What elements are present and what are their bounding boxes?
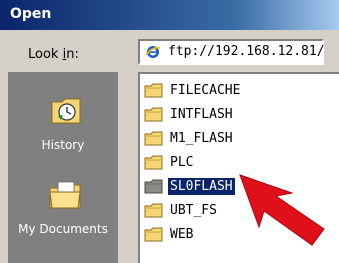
file-list[interactable]: FILECACHE INTFLASH M1_FLASH PLC SL0FLASH… — [138, 72, 339, 263]
folder-icon — [144, 131, 163, 146]
open-dialog: Open Look in: ftp://192.168.12.81/ Histo… — [0, 0, 339, 263]
places-item-history[interactable]: History — [8, 90, 118, 170]
places-bar: History My Documents — [8, 72, 118, 263]
file-name: FILECACHE — [170, 83, 241, 98]
dialog-title: Open — [10, 6, 52, 22]
internet-explorer-icon — [145, 46, 161, 58]
file-name: PLC — [170, 155, 194, 170]
file-name: M1_FLASH — [170, 131, 233, 146]
file-name: INTFLASH — [170, 107, 233, 122]
file-name: UBT_FS — [170, 203, 217, 218]
places-item-my-documents[interactable]: My Documents — [8, 172, 118, 252]
folder-icon — [144, 179, 163, 194]
folder-icon — [144, 227, 163, 242]
my-documents-icon — [49, 181, 81, 209]
file-name: SL0FLASH — [167, 177, 236, 196]
look-in-label-suffix: n: — [66, 47, 79, 62]
folder-icon — [144, 83, 163, 98]
look-in-dropdown[interactable]: ftp://192.168.12.81/ — [138, 39, 325, 65]
history-icon — [51, 98, 81, 124]
look-in-label-prefix: Look — [28, 47, 63, 62]
folder-icon — [144, 155, 163, 170]
file-name: WEB — [170, 227, 194, 242]
look-in-value: ftp://192.168.12.81/ — [168, 44, 325, 59]
folder-icon — [144, 107, 163, 122]
places-item-label: My Documents — [18, 222, 108, 236]
look-in-label: Look in: — [28, 47, 79, 62]
title-bar[interactable]: Open — [0, 0, 339, 30]
folder-icon — [144, 203, 163, 218]
places-item-label: History — [41, 138, 85, 152]
